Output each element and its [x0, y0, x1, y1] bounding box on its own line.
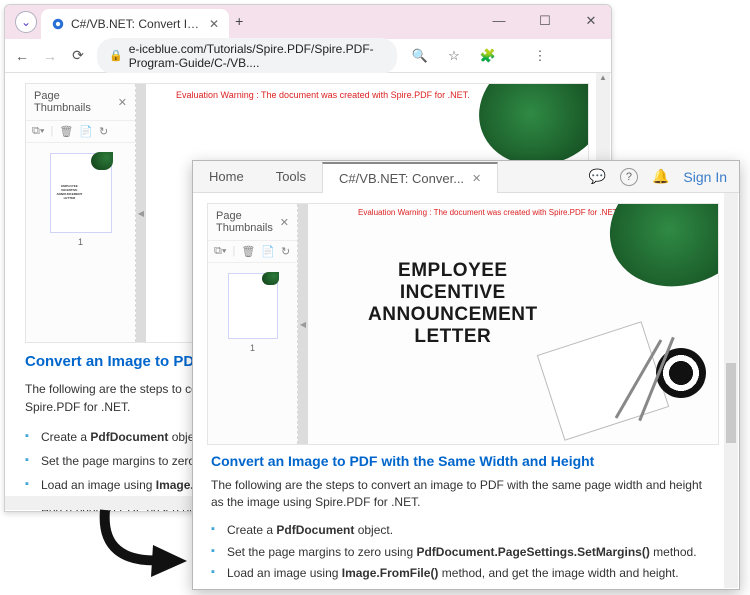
page-thumbnail[interactable]: EMPLOYEEINCENTIVEANNOUNCEMENTLETTER — [50, 153, 112, 233]
sidebar-close-icon[interactable]: ✕ — [118, 96, 127, 109]
delete-page-icon[interactable]: 🗑 — [241, 245, 255, 258]
delete-page-icon[interactable]: 🗑 — [59, 125, 73, 138]
sidebar-close-icon[interactable]: ✕ — [280, 216, 289, 229]
transition-arrow-icon — [95, 505, 195, 585]
sidebar-collapse-handle[interactable]: ◀ — [298, 204, 308, 444]
insert-page-icon[interactable]: 📄 — [261, 245, 275, 258]
acrobat-pdf-viewer: Page Thumbnails ✕ ⧉▾ | 🗑 📄 ↻ 1 ◀ — [207, 203, 719, 445]
chrome-tab-active[interactable]: C#/VB.NET: Convert Images to … ✕ — [41, 9, 229, 39]
forward-button[interactable]: → — [41, 48, 59, 64]
chrome-toolbar: ← → ⟳ 🔒 e-iceblue.com/Tutorials/Spire.PD… — [5, 39, 611, 73]
acrobat-tabbar: Home Tools C#/VB.NET: Conver... ✕ 💬 ? 🔔 … — [193, 161, 739, 193]
omnibox[interactable]: 🔒 e-iceblue.com/Tutorials/Spire.PDF/Spir… — [97, 38, 397, 74]
url-text: e-iceblue.com/Tutorials/Spire.PDF/Spire.… — [129, 42, 385, 70]
vertical-scrollbar[interactable] — [724, 193, 738, 588]
tab-document-label: C#/VB.NET: Conver... — [339, 171, 464, 186]
evaluation-warning-text: Evaluation Warning : The document was cr… — [176, 90, 470, 100]
site-info-icon[interactable]: 🔒 — [109, 49, 123, 62]
favicon-icon — [51, 17, 65, 31]
acro-thumbnails-panel: Page Thumbnails ✕ ⧉▾ | 🗑 📄 ↻ 1 — [208, 204, 298, 444]
leaf-decoration — [591, 204, 718, 308]
sign-in-link[interactable]: Sign In — [683, 169, 727, 185]
insert-page-icon[interactable]: 📄 — [79, 125, 93, 138]
close-window-button[interactable]: ✕ — [577, 13, 605, 29]
tab-document[interactable]: C#/VB.NET: Conver... ✕ — [322, 162, 498, 193]
pdf-thumbnails-panel: Page Thumbnails ✕ ⧉▾ | 🗑 📄 ↻ EMPLOYEEINC… — [26, 84, 136, 342]
tab-close-icon[interactable]: ✕ — [472, 172, 481, 185]
sidebar-title: Page Thumbnails — [34, 90, 118, 114]
chevron-down-icon: ⌄ — [21, 15, 31, 29]
article-intro: The following are the steps to convert a… — [211, 477, 715, 512]
window-controls: — ☐ ✕ — [485, 13, 605, 29]
notepad-decoration — [537, 321, 669, 441]
chrome-menu-icon[interactable]: ⋮ — [527, 45, 553, 67]
tab-title: C#/VB.NET: Convert Images to … — [71, 17, 201, 31]
chrome-profile-button[interactable]: ⌄ — [15, 11, 37, 33]
thumb-options-icon[interactable]: ⧉▾ — [32, 125, 44, 138]
tab-close-icon[interactable]: ✕ — [209, 17, 219, 31]
page-thumbnail[interactable] — [228, 273, 278, 339]
rotate-page-icon[interactable]: ↻ — [281, 245, 290, 258]
list-item: Set the page margins to zero using PdfDo… — [211, 544, 715, 561]
maximize-button[interactable]: ☐ — [531, 13, 559, 29]
bell-icon[interactable]: 🔔 — [652, 168, 669, 185]
bookmark-star-icon[interactable]: ☆ — [441, 45, 467, 67]
sidebar-collapse-handle[interactable]: ◀ — [136, 84, 146, 342]
article-heading: Convert an Image to PDF with the Same Wi… — [211, 453, 715, 469]
acro-pdf-page: Evaluation Warning : The document was cr… — [308, 204, 718, 444]
list-item: Add a page to PDF based on the size of t… — [211, 587, 715, 590]
back-button[interactable]: ← — [13, 48, 31, 64]
sidebar-title: Page Thumbnails — [216, 210, 280, 234]
acrobat-content: Page Thumbnails ✕ ⧉▾ | 🗑 📄 ↻ 1 ◀ — [193, 193, 739, 589]
reload-button[interactable]: ⟳ — [69, 47, 87, 64]
tab-tools[interactable]: Tools — [260, 161, 322, 192]
new-tab-button[interactable]: + — [235, 13, 243, 29]
list-item: Create a PdfDocument object. — [211, 522, 715, 539]
rotate-page-icon[interactable]: ↻ — [99, 125, 108, 138]
minimize-button[interactable]: — — [485, 13, 513, 29]
thumbnail-pagenum: 1 — [218, 343, 287, 353]
zoom-icon[interactable]: 🔍 — [407, 45, 433, 67]
employee-heading-block: EMPLOYEE INCENTIVE ANNOUNCEMENT LETTER — [368, 260, 538, 347]
thumb-options-icon[interactable]: ⧉▾ — [214, 245, 226, 258]
list-item: Load an image using Image.FromFile() met… — [211, 565, 715, 582]
help-icon[interactable]: ? — [620, 168, 638, 186]
acro-article-body: Convert an Image to PDF with the Same Wi… — [211, 453, 715, 590]
extensions-icon[interactable]: 🧩 — [475, 45, 501, 67]
evaluation-warning-text: Evaluation Warning : The document was cr… — [358, 208, 619, 217]
acrobat-window: Home Tools C#/VB.NET: Conver... ✕ 💬 ? 🔔 … — [192, 160, 740, 590]
chat-icon[interactable]: 💬 — [589, 168, 606, 185]
thumbnail-pagenum: 1 — [36, 237, 125, 247]
chrome-tab-strip: ⌄ C#/VB.NET: Convert Images to … ✕ + — ☐… — [5, 5, 611, 39]
tab-home[interactable]: Home — [193, 161, 260, 192]
